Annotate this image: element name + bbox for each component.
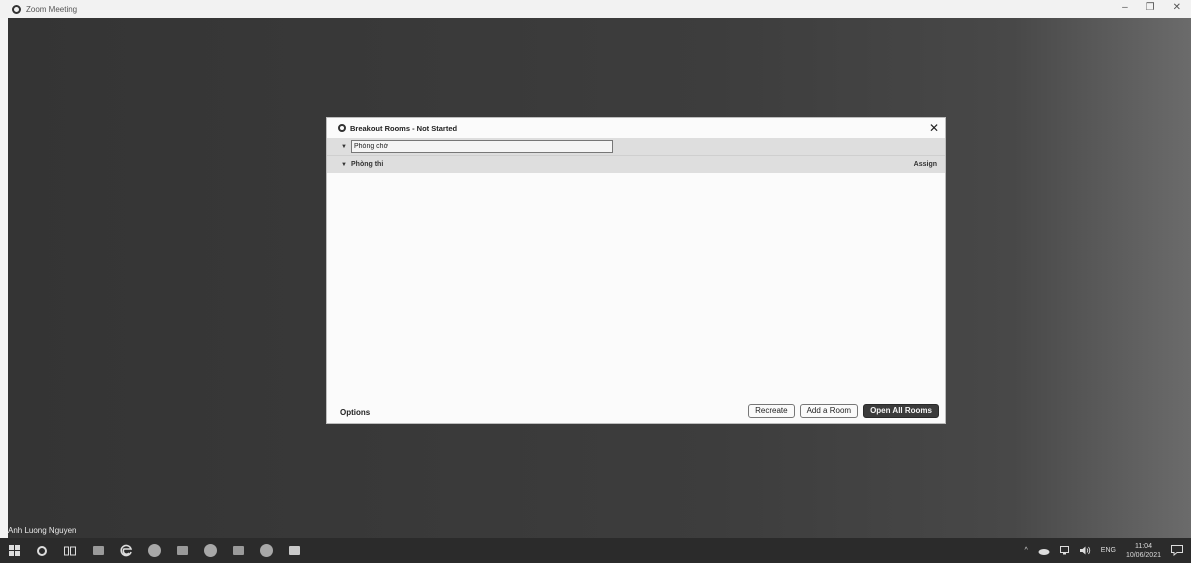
browser-icon xyxy=(259,544,273,557)
dialog-buttons: Recreate Add a Room Open All Rooms xyxy=(748,404,939,418)
taskbar: ^ ENG 11:04 10/06/2021 xyxy=(0,538,1191,563)
task-view-icon xyxy=(64,546,76,555)
window-title: Zoom Meeting xyxy=(26,4,78,14)
breakout-rooms-dialog: Breakout Rooms - Not Started ✕ ▼ ▼ Phòng… xyxy=(326,117,946,424)
zoom-logo-icon xyxy=(12,4,21,14)
clock-time: 11:04 xyxy=(1134,542,1152,550)
room-row-exam[interactable]: ▼ Phòng thi Assign xyxy=(327,155,945,173)
room-name-input[interactable] xyxy=(351,140,613,153)
edge-browser-icon xyxy=(119,544,132,557)
zoom-icon xyxy=(288,546,300,555)
expand-arrow-icon[interactable]: ▼ xyxy=(341,162,351,168)
options-link[interactable]: Options xyxy=(340,408,370,417)
assign-link[interactable]: Assign xyxy=(914,161,937,168)
clock-date: 10/06/2021 xyxy=(1125,551,1161,559)
window-controls: – ❐ ✕ xyxy=(1122,2,1181,13)
onedrive-cloud-icon[interactable] xyxy=(1038,547,1050,555)
close-window-button[interactable]: ✕ xyxy=(1173,2,1181,13)
window-titlebar: Zoom Meeting – ❐ ✕ xyxy=(0,0,1191,18)
search-circle-icon xyxy=(37,545,47,556)
clock[interactable]: 11:04 10/06/2021 xyxy=(1126,542,1161,560)
word-button[interactable] xyxy=(224,538,252,563)
browser-button[interactable] xyxy=(252,538,280,563)
chat-app-icon xyxy=(176,546,188,555)
dialog-header: Breakout Rooms - Not Started ✕ xyxy=(327,118,945,138)
restore-button[interactable]: ❐ xyxy=(1146,2,1155,13)
minimize-button[interactable]: – xyxy=(1122,2,1128,13)
windows-logo-icon xyxy=(8,545,20,556)
expand-arrow-icon[interactable]: ▼ xyxy=(341,144,351,150)
open-all-rooms-button[interactable]: Open All Rooms xyxy=(863,404,939,418)
zalo-button[interactable] xyxy=(168,538,196,563)
zoom-logo-icon xyxy=(338,124,346,132)
chrome-icon xyxy=(203,544,217,557)
recreate-button[interactable]: Recreate xyxy=(748,404,795,418)
participant-name: Anh Luong Nguyen xyxy=(8,526,77,535)
search-button[interactable] xyxy=(28,538,56,563)
file-explorer-button[interactable] xyxy=(84,538,112,563)
app-icon xyxy=(147,544,161,557)
speaker-icon[interactable] xyxy=(1079,546,1091,555)
app-button[interactable] xyxy=(140,538,168,563)
task-view-button[interactable] xyxy=(56,538,84,563)
system-tray: ^ ENG 11:04 10/06/2021 xyxy=(1024,538,1183,563)
edge-button[interactable] xyxy=(112,538,140,563)
dialog-close-button[interactable]: ✕ xyxy=(929,121,939,135)
action-center-icon[interactable] xyxy=(1171,545,1183,556)
network-icon[interactable] xyxy=(1059,546,1070,555)
word-icon xyxy=(232,546,244,555)
zoom-taskbar-button[interactable] xyxy=(280,538,308,563)
folder-icon xyxy=(92,546,104,555)
dialog-title: Breakout Rooms - Not Started xyxy=(350,123,458,133)
language-indicator[interactable]: ENG xyxy=(1101,547,1116,554)
show-hidden-icons-button[interactable]: ^ xyxy=(1024,547,1027,554)
room-row-waiting[interactable]: ▼ xyxy=(327,138,945,155)
chrome-button[interactable] xyxy=(196,538,224,563)
dialog-footer: Options Recreate Add a Room Open All Roo… xyxy=(327,401,945,423)
room-name-label: Phòng thi xyxy=(351,161,384,168)
add-room-button[interactable]: Add a Room xyxy=(799,404,859,418)
start-button[interactable] xyxy=(0,538,28,563)
